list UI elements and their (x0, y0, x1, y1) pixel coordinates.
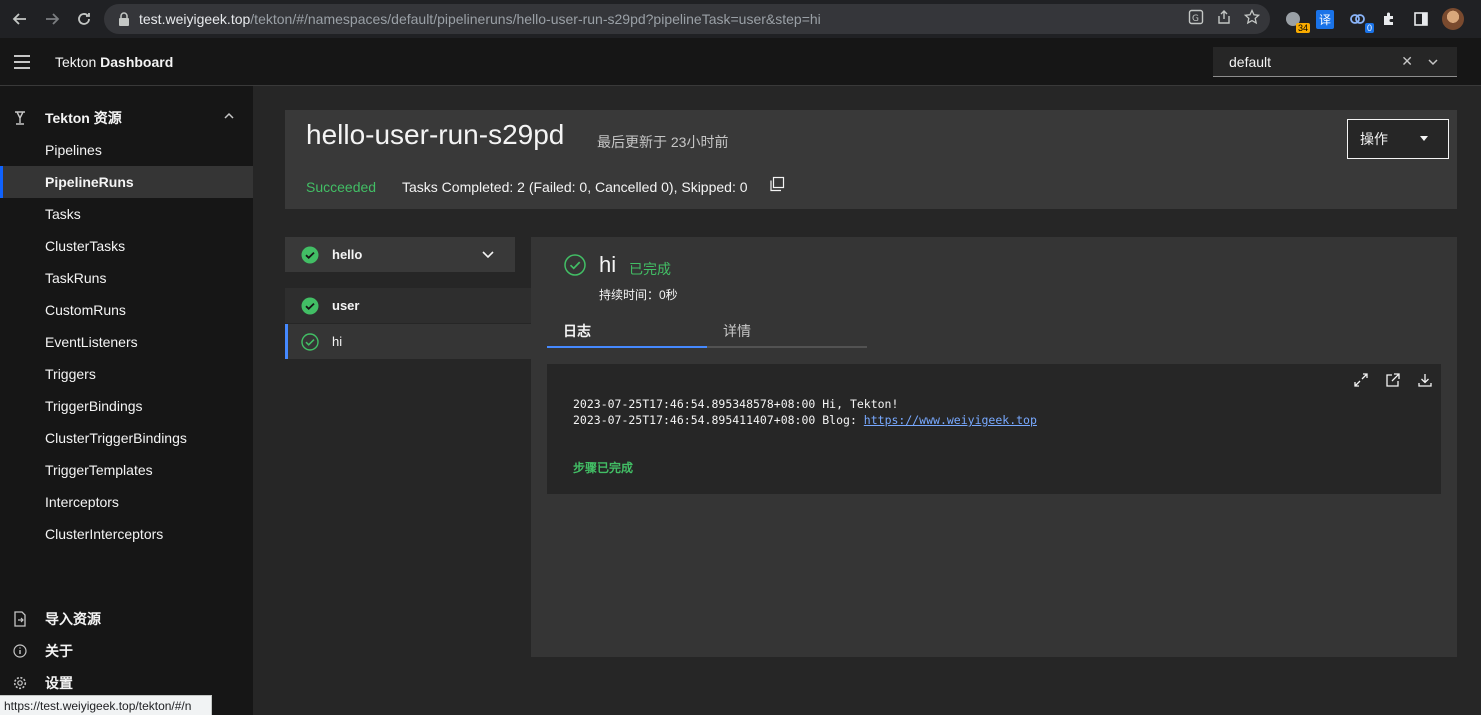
launch-icon[interactable] (1385, 372, 1401, 393)
sidebar-item-customruns[interactable]: CustomRuns (0, 294, 253, 326)
sidebar-item-import[interactable]: 导入资源 (0, 603, 253, 635)
step-title: hi (599, 252, 617, 277)
step-tabs: 日志 详情 (547, 315, 868, 348)
sidebar-item-eventlisteners[interactable]: EventListeners (0, 326, 253, 358)
share-icon[interactable] (1216, 9, 1232, 29)
status-text: Succeeded (306, 179, 377, 195)
sidebar-item-tasks[interactable]: Tasks (0, 198, 253, 230)
reload-icon[interactable] (68, 0, 100, 38)
profile-avatar[interactable] (1442, 8, 1464, 30)
side-panel-icon[interactable] (1410, 8, 1432, 30)
step-item-user[interactable]: user (285, 288, 531, 323)
maximize-icon[interactable] (1353, 372, 1369, 393)
extension-badge: 34 (1295, 23, 1310, 33)
sidebar-item-about[interactable]: 关于 (0, 635, 253, 667)
step-status: 已完成 (629, 261, 671, 277)
step-name: hi (332, 334, 343, 349)
sidebar: Tekton 资源 Pipelines PipelineRuns Tasks C… (0, 86, 253, 715)
forward-arrow-icon[interactable] (36, 0, 68, 38)
step-details-panel: hi 已完成 持续时间：0秒 日志 详情 2023-07-25T17:46:54… (531, 237, 1457, 657)
sidebar-item-label: 关于 (45, 643, 73, 659)
sidebar-item-clustertasks[interactable]: ClusterTasks (0, 230, 253, 262)
clear-icon[interactable]: ✕ (1401, 53, 1413, 70)
tekton-icon (0, 110, 45, 126)
actions-label: 操作 (1360, 131, 1388, 147)
log-output: 2023-07-25T17:46:54.895348578+08:00 Hi, … (573, 396, 1037, 428)
svg-text:G: G (1192, 14, 1199, 24)
tasks-summary: Tasks Completed: 2 (Failed: 0, Cancelled… (402, 179, 748, 195)
sidebar-item-triggers[interactable]: Triggers (0, 358, 253, 390)
copy-icon[interactable] (769, 176, 785, 192)
sidebar-item-clustertriggerbindings[interactable]: ClusterTriggerBindings (0, 422, 253, 454)
link-status-bar: https://test.weiyigeek.top/tekton/#/n (0, 695, 212, 715)
translate-extension-icon[interactable]: 译 (1314, 8, 1336, 30)
checkmark-filled-icon (301, 297, 319, 315)
pipelinerun-header: hello-user-run-s29pd 最后更新于 23小时前 Succeed… (285, 110, 1457, 209)
log-line: 2023-07-25T17:46:54.895348578+08:00 Hi, … (573, 397, 899, 411)
chevron-down-icon[interactable] (481, 247, 495, 261)
sidebar-item-pipelineruns[interactable]: PipelineRuns (0, 166, 253, 198)
download-icon[interactable] (1417, 372, 1433, 393)
document-import-icon (0, 611, 45, 627)
log-line: 2023-07-25T17:46:54.895411407+08:00 Blog… (573, 412, 1037, 428)
sidebar-item-triggerbindings[interactable]: TriggerBindings (0, 390, 253, 422)
log-line-text: 2023-07-25T17:46:54.895411407+08:00 Blog… (573, 413, 864, 427)
sidebar-item-interceptors[interactable]: Interceptors (0, 486, 253, 518)
actions-dropdown[interactable]: 操作 (1347, 119, 1449, 159)
puzzle-extensions-icon[interactable] (1378, 8, 1400, 30)
app-brand[interactable]: Tekton Dashboard (55, 54, 173, 70)
step-duration: 持续时间：0秒 (599, 288, 678, 302)
chevron-down-icon[interactable] (1427, 51, 1439, 71)
address-bar[interactable]: test.weiyigeek.top/tekton/#/namespaces/d… (104, 4, 1270, 34)
sidebar-item-triggertemplates[interactable]: TriggerTemplates (0, 454, 253, 486)
browser-toolbar: test.weiyigeek.top/tekton/#/namespaces/d… (0, 0, 1481, 38)
log-link[interactable]: https://www.weiyigeek.top (864, 413, 1037, 427)
sidebar-group-tekton-resources[interactable]: Tekton 资源 (0, 102, 253, 134)
translate-page-icon[interactable]: G (1188, 9, 1204, 29)
gear-icon (0, 676, 45, 690)
sidebar-item-label: 导入资源 (45, 611, 101, 627)
back-arrow-icon[interactable] (4, 0, 36, 38)
app-header: Tekton Dashboard default ✕ (0, 38, 1481, 86)
chevron-up-icon[interactable] (223, 110, 235, 125)
page-title: hello-user-run-s29pd (306, 119, 565, 150)
info-icon (0, 644, 45, 658)
caret-down-icon (1420, 136, 1428, 141)
tab-details[interactable]: 详情 (707, 315, 867, 348)
url-text: test.weiyigeek.top/tekton/#/namespaces/d… (139, 11, 821, 27)
namespace-select[interactable]: default ✕ (1213, 47, 1457, 77)
log-container: 2023-07-25T17:46:54.895348578+08:00 Hi, … (547, 364, 1441, 494)
step-name: user (332, 298, 360, 313)
sidebar-item-pipelines[interactable]: Pipelines (0, 134, 253, 166)
tab-logs[interactable]: 日志 (547, 315, 707, 348)
step-complete-message: 步骤已完成 (573, 461, 634, 475)
sidebar-item-clusterinterceptors[interactable]: ClusterInterceptors (0, 518, 253, 550)
task-item-hello[interactable]: hello (285, 237, 515, 272)
log-toolbar (1353, 372, 1433, 393)
checkmark-filled-icon (301, 246, 319, 264)
menu-icon[interactable] (0, 38, 44, 86)
namespace-value: default (1229, 53, 1272, 70)
last-updated: 最后更新于 23小时前 (597, 134, 729, 150)
lock-icon (118, 12, 130, 26)
checkmark-outline-icon (301, 332, 319, 351)
sidebar-item-label: 设置 (45, 675, 73, 691)
task-name: hello (332, 247, 363, 262)
step-item-hi[interactable]: hi (285, 324, 531, 359)
sidebar-group-label: Tekton 资源 (45, 110, 122, 126)
extension-badge: 0 (1364, 23, 1374, 33)
extension-icon[interactable]: 0 (1346, 8, 1374, 33)
sidebar-item-taskruns[interactable]: TaskRuns (0, 262, 253, 294)
main-content: hello-user-run-s29pd 最后更新于 23小时前 Succeed… (253, 86, 1481, 715)
extension-icon[interactable]: 34 (1282, 8, 1310, 33)
translate-extension-label: 译 (1315, 9, 1334, 29)
checkmark-outline-icon (564, 254, 586, 276)
bookmark-star-icon[interactable] (1243, 8, 1261, 29)
